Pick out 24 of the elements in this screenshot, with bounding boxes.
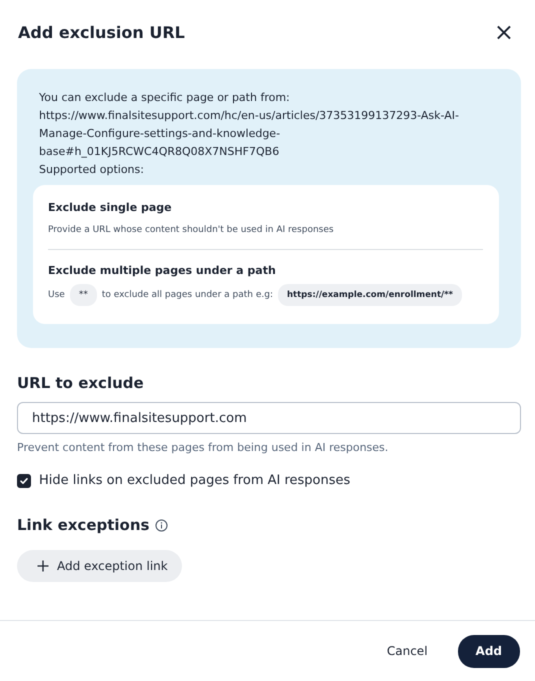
option-text: to exclude all pages under a path e.g: xyxy=(102,289,273,302)
check-icon xyxy=(19,476,29,486)
add-exception-button[interactable]: Add exception link xyxy=(17,550,182,582)
help-text: Prevent content from these pages from being used in AI responses. xyxy=(17,441,390,454)
option-title: Exclude single page xyxy=(48,200,173,216)
close-button[interactable]: × xyxy=(490,20,518,44)
example-chip: https://example.com/enrollment/** xyxy=(278,284,462,306)
info-text: You can exclude a specific page or path from: xyxy=(39,90,291,106)
option-title: Exclude multiple pages under a path xyxy=(48,263,277,279)
article-url: https://www.finalsitesupport.com/hc/en-us/articles/37353199137293-Ask-AI-Manage-Configure-settings-and-knowledge-base#h_01KJ5RCWC4QR8Q08X7NSHF7QB6 xyxy=(39,108,460,160)
checkbox-label: Hide links on excluded pages from AI responses xyxy=(39,473,350,488)
option-description: Provide a URL whose content shouldn't be used in AI responses xyxy=(48,224,335,237)
dialog-title: Add exclusion URL xyxy=(18,22,185,42)
info-icon xyxy=(155,518,168,532)
wildcard-chip: ** xyxy=(70,284,97,306)
options-label: Supported options: xyxy=(39,162,145,178)
option-text: Use xyxy=(48,289,65,302)
url-input[interactable]: https://www.finalsitesupport.com xyxy=(17,402,521,434)
add-button[interactable]: Add xyxy=(458,634,520,668)
field-label: URL to exclude xyxy=(17,374,145,392)
section-title: Link exceptions xyxy=(17,516,150,534)
cancel-button[interactable]: Cancel xyxy=(378,638,436,664)
plus-icon xyxy=(37,560,49,572)
checkbox[interactable] xyxy=(17,474,31,488)
